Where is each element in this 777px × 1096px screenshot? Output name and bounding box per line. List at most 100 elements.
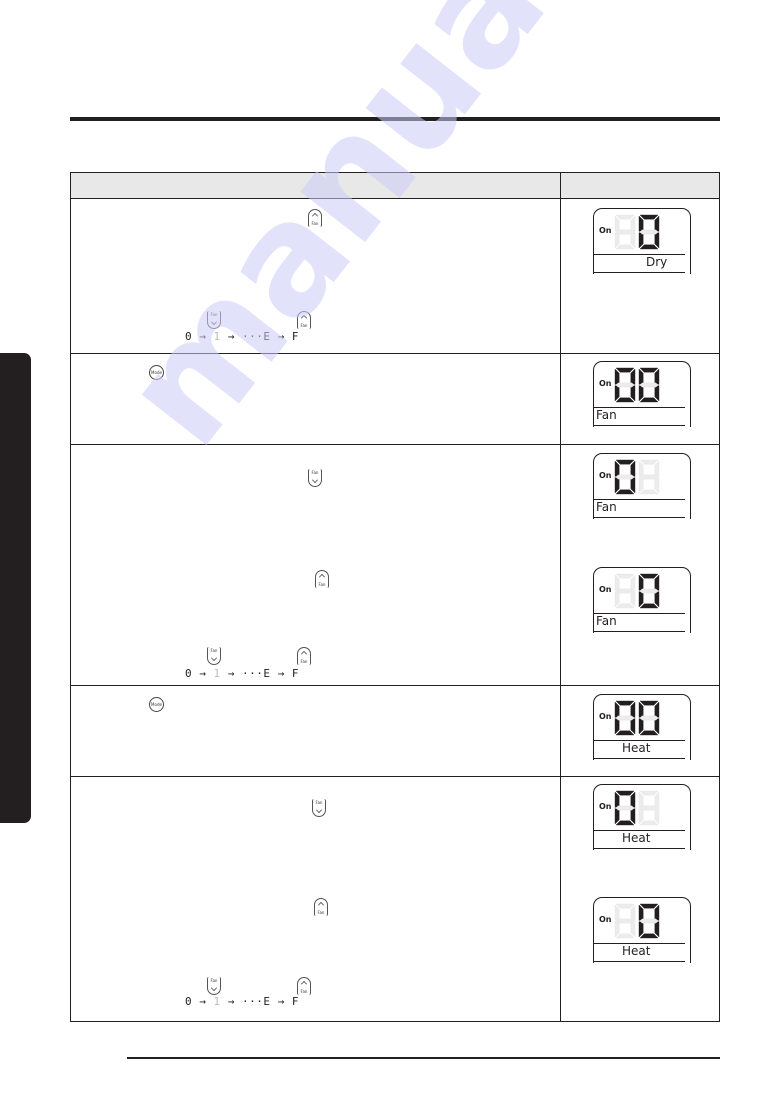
on-indicator: On: [599, 585, 612, 594]
table-row: Mode On Fan: [71, 354, 719, 445]
mode-label: Fan: [596, 408, 617, 422]
segment-d-on: [615, 397, 635, 403]
segment-c-on: [654, 921, 660, 938]
mode-label: Heat: [622, 831, 651, 845]
segment-e-on: [614, 477, 620, 494]
table-header: [71, 173, 719, 199]
segment-e-off: [638, 808, 644, 825]
segment-e-on: [638, 591, 644, 608]
segment-d-on: [615, 730, 635, 736]
segment-g-off: [615, 474, 635, 480]
segment-c-off: [630, 921, 636, 938]
on-indicator: On: [599, 379, 612, 388]
segment-d-on: [639, 244, 659, 250]
segment-c-on: [630, 718, 636, 735]
segment-d-on: [639, 730, 659, 736]
code-sequence: 0 → 1 → ···E → F: [185, 995, 299, 1008]
segment-e-off: [614, 591, 620, 608]
segment-d-off: [639, 489, 659, 495]
segment-b-off: [654, 791, 660, 808]
segment-a-off: [615, 573, 635, 579]
segment-d-off: [615, 603, 635, 609]
segment-b-off: [630, 215, 636, 232]
segment-f-on: [614, 791, 620, 808]
segment-g-off: [639, 229, 659, 235]
seven-segment-digits: [614, 214, 660, 250]
segment-d-on: [615, 489, 635, 495]
segment-g-off: [615, 715, 635, 721]
segment-d-on: [639, 933, 659, 939]
segment-a-off: [639, 459, 659, 465]
code-sequence: 0 → 1 → ···E → F: [185, 667, 299, 680]
segment-g-off: [615, 918, 635, 924]
segment-b-off: [630, 574, 636, 591]
segment-f-on: [638, 215, 644, 232]
segment-g-off: [639, 382, 659, 388]
fan-up-icon: Fan: [314, 898, 328, 916]
table-row: Fan Fan Fan Fan 0 → 1 → ···E → F On Fan …: [71, 445, 719, 686]
segment-c-on: [654, 718, 660, 735]
seven-segment-digits: [614, 903, 660, 939]
mode-label: Heat: [622, 741, 651, 755]
fan-up-icon: Fan: [315, 570, 329, 588]
segment-f-on: [614, 701, 620, 718]
segment-a-on: [639, 214, 659, 220]
segment-g-off: [639, 715, 659, 721]
segment-e-off: [614, 232, 620, 249]
mode-icon: Mode: [149, 697, 164, 712]
segment-f-off: [614, 215, 620, 232]
segment-d-on: [639, 603, 659, 609]
segment-f-on: [638, 701, 644, 718]
segment-c-on: [630, 477, 636, 494]
table-row: Fan Fan Fan Fan 0 → 1 → ···E → F On Heat…: [71, 777, 719, 1023]
lcd-display: On Heat: [593, 694, 691, 760]
segment-e-on: [638, 718, 644, 735]
segment-b-on: [654, 574, 660, 591]
segment-f-on: [614, 460, 620, 477]
segment-g-off: [615, 229, 635, 235]
segment-d-off: [615, 933, 635, 939]
fan-up-icon: Fan: [297, 977, 311, 995]
segment-e-on: [638, 385, 644, 402]
segment-c-off: [654, 477, 660, 494]
footer-rule: [127, 1057, 720, 1059]
fan-down-icon: Fan: [207, 311, 221, 329]
lcd-display: On Fan: [593, 567, 691, 633]
table-row: Fan Fan Fan 0 → 1 → ···E → F On Dry: [71, 199, 719, 354]
segment-d-on: [639, 397, 659, 403]
on-indicator: On: [599, 915, 612, 924]
segment-b-on: [630, 368, 636, 385]
mode-label: Dry: [646, 255, 668, 269]
lcd-display: On Heat: [593, 784, 691, 850]
segment-a-on: [615, 367, 635, 373]
segment-a-on: [615, 459, 635, 465]
fan-up-icon: Fan: [297, 311, 311, 329]
segment-b-on: [630, 791, 636, 808]
on-indicator: On: [599, 802, 612, 811]
segment-e-on: [614, 718, 620, 735]
segment-a-on: [639, 367, 659, 373]
segment-f-off: [614, 574, 620, 591]
segment-a-off: [615, 214, 635, 220]
table-row: Mode On Heat: [71, 686, 719, 777]
segment-g-off: [615, 382, 635, 388]
lcd-display: On Heat: [593, 897, 691, 963]
segment-g-off: [639, 918, 659, 924]
segment-e-off: [638, 477, 644, 494]
segment-c-on: [654, 232, 660, 249]
segment-f-on: [638, 368, 644, 385]
seven-segment-digits: [614, 573, 660, 609]
seven-segment-digits: [614, 790, 660, 826]
segment-e-on: [638, 921, 644, 938]
segment-f-off: [614, 904, 620, 921]
segment-e-on: [614, 385, 620, 402]
mode-label: Heat: [622, 944, 651, 958]
on-indicator: On: [599, 226, 612, 235]
segment-c-off: [654, 808, 660, 825]
segment-a-off: [615, 903, 635, 909]
segment-b-on: [654, 215, 660, 232]
segment-b-on: [630, 701, 636, 718]
segment-c-on: [630, 808, 636, 825]
fan-down-icon: Fan: [312, 799, 326, 817]
segment-e-off: [614, 921, 620, 938]
